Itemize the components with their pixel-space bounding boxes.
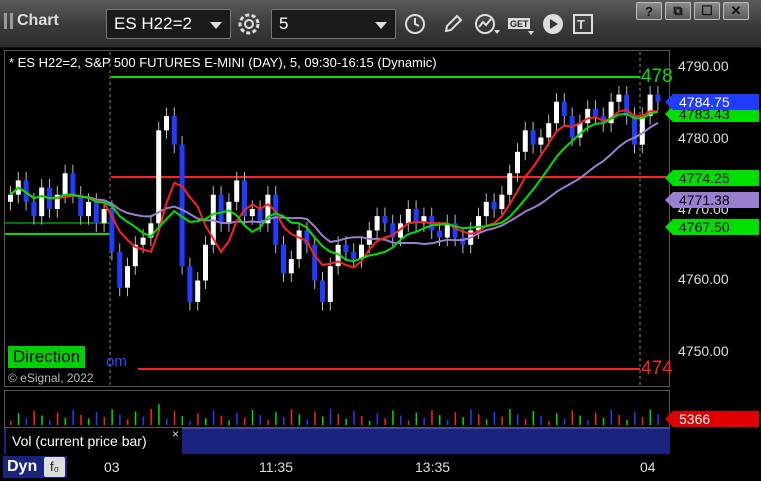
volume-value-tag: 5366 [673,411,759,427]
settings-gear-icon[interactable] [234,9,264,39]
window-controls: ? ⧉ ☐ ✕ [636,2,749,20]
clock-icon[interactable] [400,9,430,39]
help-button[interactable]: ? [636,2,662,20]
clipped-label: om [106,353,127,370]
tag-pointer [665,170,673,186]
maximize-button[interactable]: ☐ [694,2,720,20]
interval-combobox[interactable]: 5 [271,9,396,39]
purple-ma-tag: 4771.38 [673,192,759,208]
copyright-label: © eSignal, 2022 [8,371,94,385]
get-icon[interactable]: GET [506,9,536,39]
price-tick: 4760.00 [678,271,729,287]
volume-pane[interactable] [4,390,670,428]
tag-pointer [665,94,673,110]
direction-label[interactable]: Direction [8,346,86,368]
chevron-down-icon[interactable] [375,22,387,29]
tag-pointer [665,219,673,235]
top-line-label: 478 [641,66,672,87]
price-tick: 4780.00 [678,130,729,146]
chevron-down-icon[interactable] [210,22,222,29]
interval-value: 5 [279,14,289,33]
close-icon[interactable]: × [172,427,179,441]
app-title: Chart [4,6,59,36]
formula-icon[interactable]: f₀ [44,457,65,477]
green-line-tag: 4774.25 [673,170,759,186]
text-tool-icon[interactable]: T [568,9,598,39]
play-icon[interactable] [538,9,568,39]
green-ma-lower-tag: 4767.50 [673,219,759,235]
restore-button[interactable]: ⧉ [665,2,691,20]
tag-pointer [665,192,673,208]
symbol-description: * ES H22=2, S&P 500 FUTURES E-MINI (DAY)… [9,55,437,70]
time-tick: 03 [104,459,120,475]
study-icon[interactable] [472,9,502,39]
bottom-line-label: 474 [641,358,672,379]
price-tick: 4790.00 [678,58,729,74]
last-price-tag: 4784.75 [673,94,759,110]
symbol-combobox[interactable]: ES H22=2 [106,9,231,39]
drag-grip-icon[interactable] [4,13,13,29]
pencil-icon[interactable] [438,9,468,39]
close-button[interactable]: ✕ [723,2,749,20]
time-tick: 11:35 [259,459,293,475]
symbol-value: ES H22=2 [114,14,192,33]
price-pane[interactable] [4,50,670,387]
app-title-text: Chart [17,12,59,29]
volume-study-label[interactable]: Vol (current price bar) [6,428,182,454]
time-tick: 13:35 [415,459,451,475]
toolbar: Chart ES H22=2 5 GET T ? ⧉ ☐ ✕ [0,0,761,48]
svg-text:T: T [577,17,585,32]
price-tick: 4750.00 [678,343,729,359]
time-tick: 04 [640,459,656,475]
svg-text:GET: GET [510,19,529,29]
tag-pointer [665,411,673,427]
